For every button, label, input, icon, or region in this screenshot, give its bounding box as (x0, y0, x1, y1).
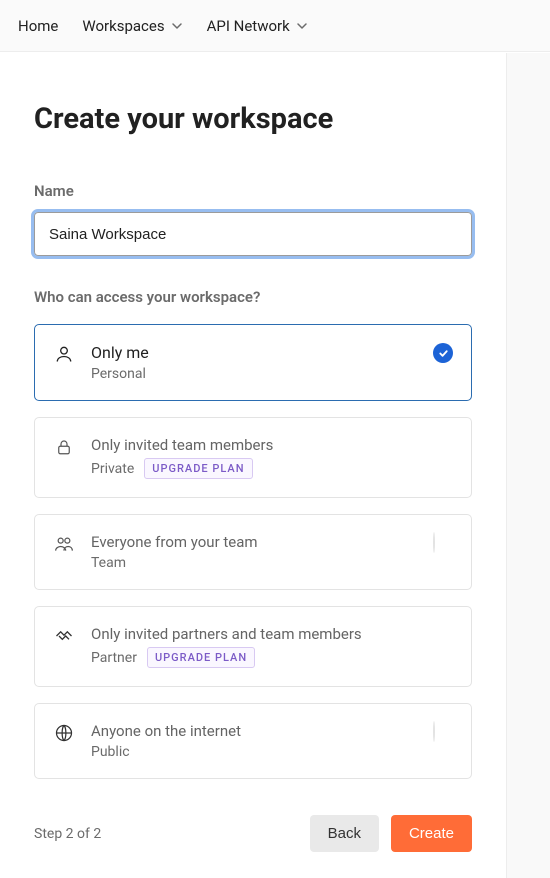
nav-workspaces[interactable]: Workspaces (82, 17, 182, 35)
radio-empty-icon (433, 721, 435, 742)
selected-indicator (433, 343, 453, 363)
option-subtitle: Public (91, 744, 130, 760)
option-title: Only me (91, 343, 417, 362)
name-label: Name (34, 182, 472, 200)
create-button[interactable]: Create (391, 815, 472, 852)
option-subtitle: Team (91, 555, 126, 571)
nav-home[interactable]: Home (18, 17, 58, 35)
page-content: Create your workspace Name Who can acces… (0, 102, 506, 852)
check-circle-icon (433, 343, 453, 363)
option-title: Anyone on the internet (91, 722, 417, 740)
nav-api-network[interactable]: API Network (207, 17, 308, 35)
right-gutter (506, 53, 550, 878)
page-title: Create your workspace (34, 102, 472, 136)
option-body: Only me Personal (91, 343, 417, 382)
step-indicator: Step 2 of 2 (34, 826, 101, 842)
top-nav: Home Workspaces API Network (0, 0, 550, 52)
chevron-down-icon (296, 20, 308, 32)
access-option-public[interactable]: Anyone on the internet Public (34, 703, 472, 779)
globe-icon (53, 722, 75, 744)
footer: Step 2 of 2 Back Create (34, 815, 472, 852)
option-body: Everyone from your team Team (91, 533, 417, 571)
option-body: Anyone on the internet Public (91, 722, 417, 760)
option-title: Only invited partners and team members (91, 625, 453, 643)
access-option-private[interactable]: Only invited team members Private UPGRAD… (34, 417, 472, 498)
option-body: Only invited team members Private UPGRAD… (91, 436, 453, 479)
option-body: Only invited partners and team members P… (91, 625, 453, 668)
option-title: Only invited team members (91, 436, 453, 454)
footer-buttons: Back Create (310, 815, 472, 852)
option-title: Everyone from your team (91, 533, 417, 551)
upgrade-badge[interactable]: UPGRADE PLAN (144, 458, 252, 479)
back-button[interactable]: Back (310, 815, 379, 852)
lock-icon (53, 436, 75, 458)
access-option-team[interactable]: Everyone from your team Team (34, 514, 472, 590)
nav-api-network-label: API Network (207, 17, 290, 35)
radio-indicator (433, 533, 453, 553)
people-icon (53, 533, 75, 555)
access-label: Who can access your workspace? (34, 288, 472, 306)
handshake-icon (53, 625, 75, 647)
radio-indicator (433, 722, 453, 742)
access-options: Only me Personal Only invited team membe… (34, 324, 472, 779)
radio-empty-icon (433, 532, 435, 553)
nav-workspaces-label: Workspaces (82, 17, 164, 35)
access-option-partner[interactable]: Only invited partners and team members P… (34, 606, 472, 687)
option-subtitle: Personal (91, 366, 146, 382)
option-subtitle: Partner (91, 650, 137, 666)
person-icon (53, 343, 75, 365)
workspace-name-input[interactable] (34, 212, 472, 256)
option-subtitle: Private (91, 461, 134, 477)
upgrade-badge[interactable]: UPGRADE PLAN (147, 647, 255, 668)
access-option-personal[interactable]: Only me Personal (34, 324, 472, 401)
chevron-down-icon (171, 20, 183, 32)
